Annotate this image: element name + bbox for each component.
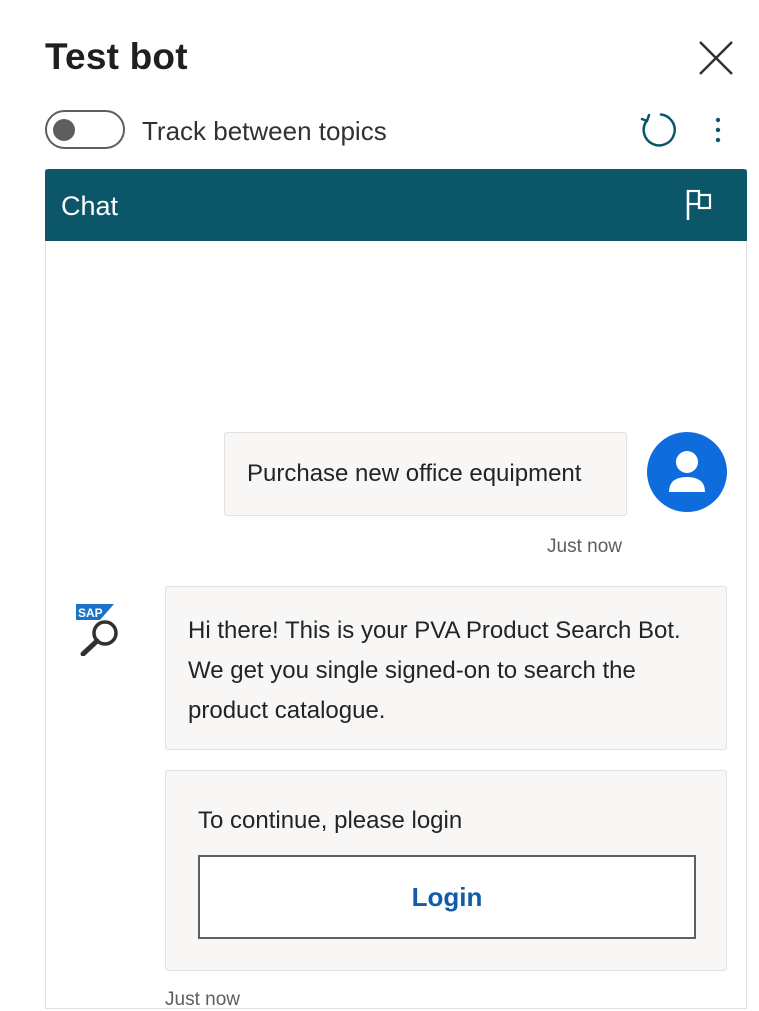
- user-message-bubble: Purchase new office equipment: [224, 432, 627, 516]
- page-title: Test bot: [45, 36, 188, 77]
- bot-message-timestamp: Just now: [165, 989, 240, 1010]
- toggle-label: Track between topics: [142, 116, 387, 146]
- user-message-timestamp: Just now: [547, 536, 622, 557]
- more-options-button[interactable]: [706, 112, 730, 148]
- bot-message-text: Hi there! This is your PVA Product Searc…: [188, 617, 681, 724]
- close-button[interactable]: [694, 36, 738, 80]
- toggle-knob: [53, 119, 75, 141]
- refresh-icon: [640, 113, 676, 147]
- track-topics-toggle[interactable]: [45, 110, 125, 149]
- flag-icon: [686, 189, 712, 220]
- bot-message-bubble: Hi there! This is your PVA Product Searc…: [165, 586, 727, 750]
- login-button[interactable]: Login: [198, 855, 696, 939]
- user-avatar: [647, 432, 727, 512]
- login-card: To continue, please login Login: [165, 770, 727, 971]
- refresh-button[interactable]: [638, 110, 678, 150]
- user-message-text: Purchase new office equipment: [247, 460, 582, 487]
- login-card-text: To continue, please login: [198, 807, 463, 834]
- chat-title: Chat: [61, 191, 119, 221]
- user-icon: [669, 451, 705, 492]
- sap-logo-text: SAP: [78, 606, 103, 620]
- bot-avatar: SAP: [74, 602, 126, 657]
- more-vertical-icon: [715, 117, 721, 143]
- sap-search-logo: SAP: [76, 604, 118, 657]
- close-icon: [699, 41, 733, 75]
- chat-header: Chat: [45, 169, 747, 241]
- flag-button[interactable]: [683, 187, 717, 223]
